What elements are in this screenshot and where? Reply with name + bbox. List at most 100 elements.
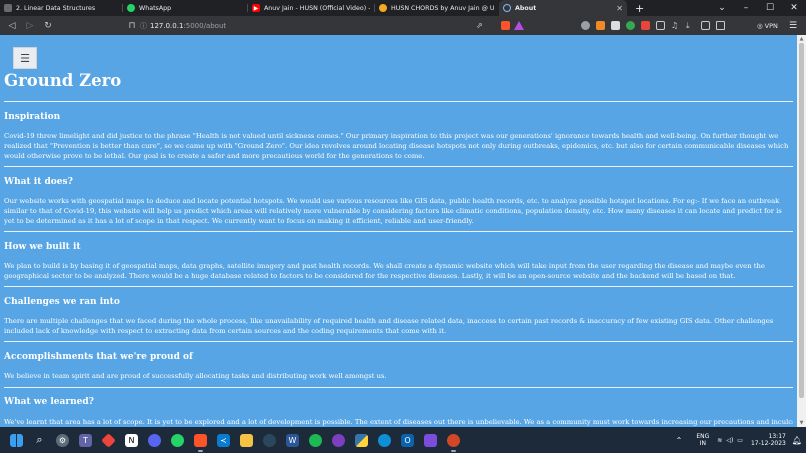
extension-icon[interactable] — [641, 21, 650, 30]
tab-label: HUSN CHORDS by Anuv Jain @ Ultim — [391, 4, 495, 12]
extension-icon[interactable] — [596, 21, 605, 30]
vscode-icon[interactable]: ≺ — [217, 433, 230, 447]
notion-icon[interactable]: N — [125, 433, 138, 447]
section-divider — [4, 387, 793, 388]
windows-start-icon[interactable] — [10, 433, 23, 447]
clock-date: 17-12-2023 — [750, 440, 786, 447]
scroll-up-arrow-icon[interactable]: ▲ — [797, 35, 806, 43]
globe-icon — [503, 4, 511, 12]
obsidian-icon[interactable] — [424, 433, 437, 447]
tab-label: WhatsApp — [139, 4, 172, 12]
minimize-button[interactable]: – — [734, 3, 758, 13]
section-divider — [4, 286, 793, 287]
word-icon[interactable]: W — [286, 433, 299, 447]
section-inspiration: Inspiration Covid-19 threw limelight and… — [4, 101, 793, 165]
back-button[interactable]: ◁ — [4, 18, 20, 34]
scroll-down-arrow-icon[interactable]: ▼ — [797, 419, 806, 427]
search-icon[interactable]: ⌕ — [33, 433, 46, 447]
file-explorer-icon[interactable] — [240, 433, 253, 447]
extension-icons: ♫ ⤓ — [578, 16, 728, 35]
share-icon[interactable]: ⇗ — [476, 16, 483, 35]
section-heading: What it does? — [4, 177, 73, 187]
address-path: :5000/about — [183, 21, 227, 30]
clock[interactable]: 13:17 17-12-2023 — [751, 433, 786, 448]
bookmark-page-icon[interactable]: ⊓ — [124, 18, 140, 34]
close-tab-icon[interactable]: ✕ — [616, 4, 623, 13]
address-host: 127.0.0.1 — [150, 21, 184, 30]
section-body: We believe in team spirit and are proud … — [4, 372, 387, 380]
page-title: Ground Zero — [4, 71, 122, 90]
section-divider — [4, 166, 793, 167]
section-body: We've learnt that area has a lot of scop… — [4, 418, 793, 426]
section-heading: How we built it — [4, 242, 81, 252]
section-what-we-learned: What we learned? We've learnt that area … — [4, 387, 793, 427]
discord-icon[interactable] — [148, 433, 161, 447]
chevron-up-icon[interactable]: ⌃ — [676, 436, 683, 445]
windows-taskbar: ⌕ ⚙ T N ≺ W O ⌃ ENG IN ≋ ◁) ▭ 13:17 17-1… — [0, 427, 806, 453]
teams-icon[interactable]: T — [79, 433, 92, 447]
tab-search-chevron-icon[interactable]: ⌄ — [710, 3, 734, 13]
language-indicator[interactable]: ENG IN — [696, 433, 709, 447]
address-bar[interactable]: ⓘ 127.0.0.1:5000/about — [140, 18, 468, 33]
section-body: There are multiple challenges that we fa… — [4, 317, 774, 335]
section-body: Covid-19 threw limelight and did justice… — [4, 132, 789, 160]
tab-label: Anuv Jain - HUSN (Official Video) - Yo — [264, 4, 370, 12]
spotify-icon[interactable] — [309, 433, 322, 447]
extension-icon[interactable] — [626, 21, 635, 30]
tab-about[interactable]: About ✕ — [499, 0, 627, 16]
new-tab-button[interactable]: + — [627, 0, 652, 16]
page-scrollbar[interactable]: ▲ ▼ — [797, 35, 806, 427]
tab-youtube-husn[interactable]: ▶ Anuv Jain - HUSN (Official Video) - Yo — [248, 0, 374, 16]
wallet-icon[interactable] — [716, 21, 725, 30]
whatsapp-icon[interactable] — [171, 433, 184, 447]
download-icon[interactable]: ⤓ — [686, 21, 695, 30]
tab-husn-chords[interactable]: HUSN CHORDS by Anuv Jain @ Ultim — [375, 0, 499, 16]
brave-shields-icon[interactable] — [498, 16, 513, 35]
region-code: IN — [699, 440, 706, 447]
battery-icon[interactable]: ▭ — [737, 437, 743, 444]
settings-icon[interactable]: ⚙ — [56, 433, 69, 447]
forward-button[interactable]: ▷ — [22, 18, 38, 34]
vpn-label: VPN — [764, 21, 778, 30]
sidebar-icon[interactable] — [701, 21, 710, 30]
brave-rewards-icon[interactable] — [514, 16, 524, 35]
whatsapp-icon — [127, 4, 135, 12]
extension-icon[interactable] — [581, 21, 590, 30]
site-info-icon[interactable]: ⓘ — [140, 21, 150, 31]
vpn-button[interactable]: ◎ VPN — [757, 16, 778, 35]
section-divider — [4, 231, 793, 232]
section-body: Our website works with geospatial maps t… — [4, 197, 782, 225]
maximize-button[interactable]: ☐ — [758, 3, 782, 13]
puzzle-icon[interactable] — [656, 21, 665, 30]
window-controls: ⌄ – ☐ ✕ — [710, 0, 806, 16]
anydesk-icon[interactable] — [101, 432, 116, 448]
language-code: ENG — [696, 433, 710, 440]
python-icon[interactable] — [355, 433, 368, 447]
section-divider — [4, 101, 793, 102]
tab-label: About — [515, 4, 537, 12]
section-what-it-does: What it does? Our website works with geo… — [4, 166, 793, 230]
wifi-icon[interactable]: ≋ — [717, 437, 722, 444]
edge-icon[interactable] — [378, 433, 391, 447]
browser-menu-icon[interactable]: ☰ — [789, 16, 797, 35]
extension-icon[interactable] — [611, 21, 620, 30]
scrollbar-thumb[interactable] — [799, 43, 804, 398]
bookmark-icon — [4, 4, 12, 12]
volume-icon[interactable]: ◁) — [726, 437, 733, 444]
system-tray: ⌃ ENG IN ≋ ◁) ▭ 13:17 17-12-2023 🔔︎ — [676, 427, 802, 453]
tab-linear-data-structures[interactable]: 2. Linear Data Structures — [0, 0, 122, 16]
section-accomplishments: Accomplishments that we're proud of We b… — [4, 341, 793, 386]
clock-time: 13:17 — [768, 432, 786, 440]
close-window-button[interactable]: ✕ — [782, 3, 806, 13]
reload-button[interactable]: ↻ — [40, 18, 56, 34]
steam-icon[interactable] — [263, 433, 276, 447]
music-icon[interactable]: ♫ — [671, 21, 680, 30]
notification-bell-icon[interactable]: 🔔︎ — [792, 436, 802, 445]
tab-whatsapp[interactable]: WhatsApp — [123, 0, 247, 16]
section-heading: Accomplishments that we're proud of — [4, 352, 193, 362]
outlook-icon[interactable]: O — [401, 433, 414, 447]
powerpoint-icon[interactable] — [447, 433, 460, 452]
brave-icon[interactable] — [194, 433, 207, 452]
github-desktop-icon[interactable] — [332, 433, 345, 447]
hamburger-menu-button[interactable]: ☰ — [13, 47, 37, 69]
